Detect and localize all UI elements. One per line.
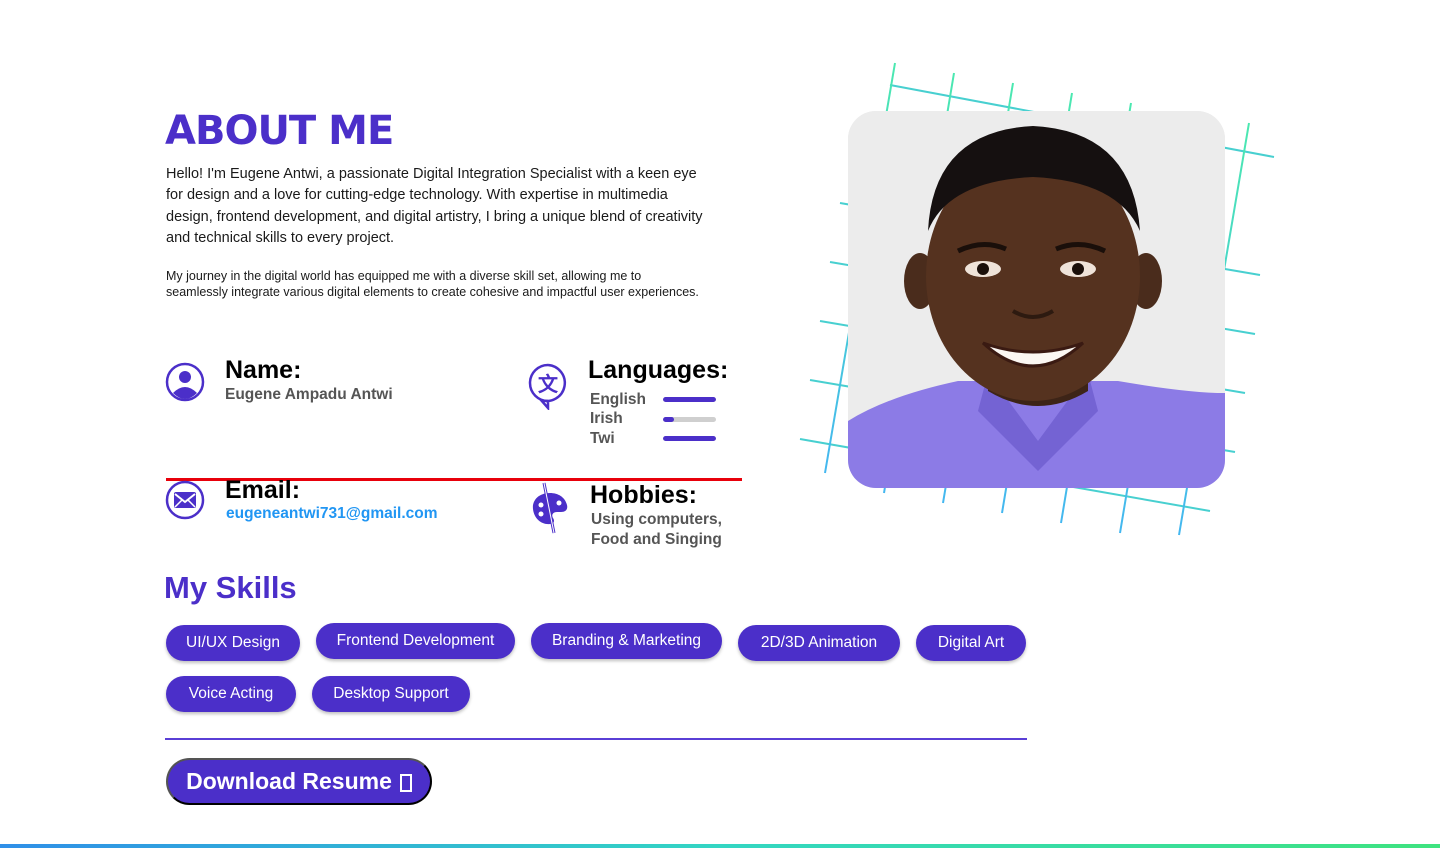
skill-pill[interactable]: Branding & Marketing: [531, 623, 722, 659]
skill-pill[interactable]: UI/UX Design: [166, 625, 300, 661]
about-intro-secondary: My journey in the digital world has equi…: [166, 269, 699, 299]
profile-photo-image: [848, 111, 1225, 488]
language-icon: 文: [528, 363, 567, 410]
skill-pill[interactable]: Desktop Support: [312, 676, 470, 712]
skills-divider: [165, 738, 1027, 740]
language-name: Twi: [590, 429, 615, 447]
language-level-fill: [663, 397, 716, 403]
hobbies-value: Using computers, Food and Singing: [591, 511, 722, 548]
download-resume-label: Download Resume: [186, 768, 392, 794]
name-label: Name:: [225, 356, 302, 384]
language-list: English Irish Twi: [590, 390, 720, 449]
envelope-icon: [165, 480, 205, 520]
about-title: ABOUT ME: [165, 108, 394, 154]
skill-pill[interactable]: Voice Acting: [166, 676, 296, 712]
svg-text:文: 文: [538, 372, 559, 396]
skills-title: My Skills: [164, 570, 297, 605]
skill-pill[interactable]: Digital Art: [916, 625, 1026, 661]
language-level-bar: [663, 416, 716, 422]
language-item: Irish: [590, 410, 720, 430]
languages-label: Languages:: [588, 356, 729, 384]
language-level-bar: [663, 397, 716, 403]
download-resume-button[interactable]: Download Resume: [166, 758, 432, 805]
language-level-fill: [663, 416, 674, 422]
language-level-fill: [663, 436, 716, 442]
download-icon: [399, 773, 412, 792]
language-level-bar: [663, 436, 716, 442]
email-label: Email:: [225, 476, 301, 504]
language-name: English: [590, 390, 646, 408]
name-value: Eugene Ampadu Antwi: [225, 386, 393, 403]
language-name: Irish: [590, 410, 623, 428]
skill-pill[interactable]: 2D/3D Animation: [738, 625, 900, 661]
user-icon: [165, 362, 205, 402]
language-item: English: [590, 390, 720, 410]
hobbies-label: Hobbies:: [590, 481, 697, 509]
about-intro: Hello! I'm Eugene Antwi, a passionate Di…: [166, 166, 703, 246]
email-link[interactable]: eugeneantwi731@gmail.com: [226, 505, 438, 523]
profile-photo: [848, 111, 1225, 488]
language-item: Twi: [590, 429, 720, 449]
page-bottom-gradient: [0, 844, 1440, 848]
skill-pill[interactable]: Frontend Development: [316, 623, 515, 659]
palette-icon: [532, 482, 568, 534]
